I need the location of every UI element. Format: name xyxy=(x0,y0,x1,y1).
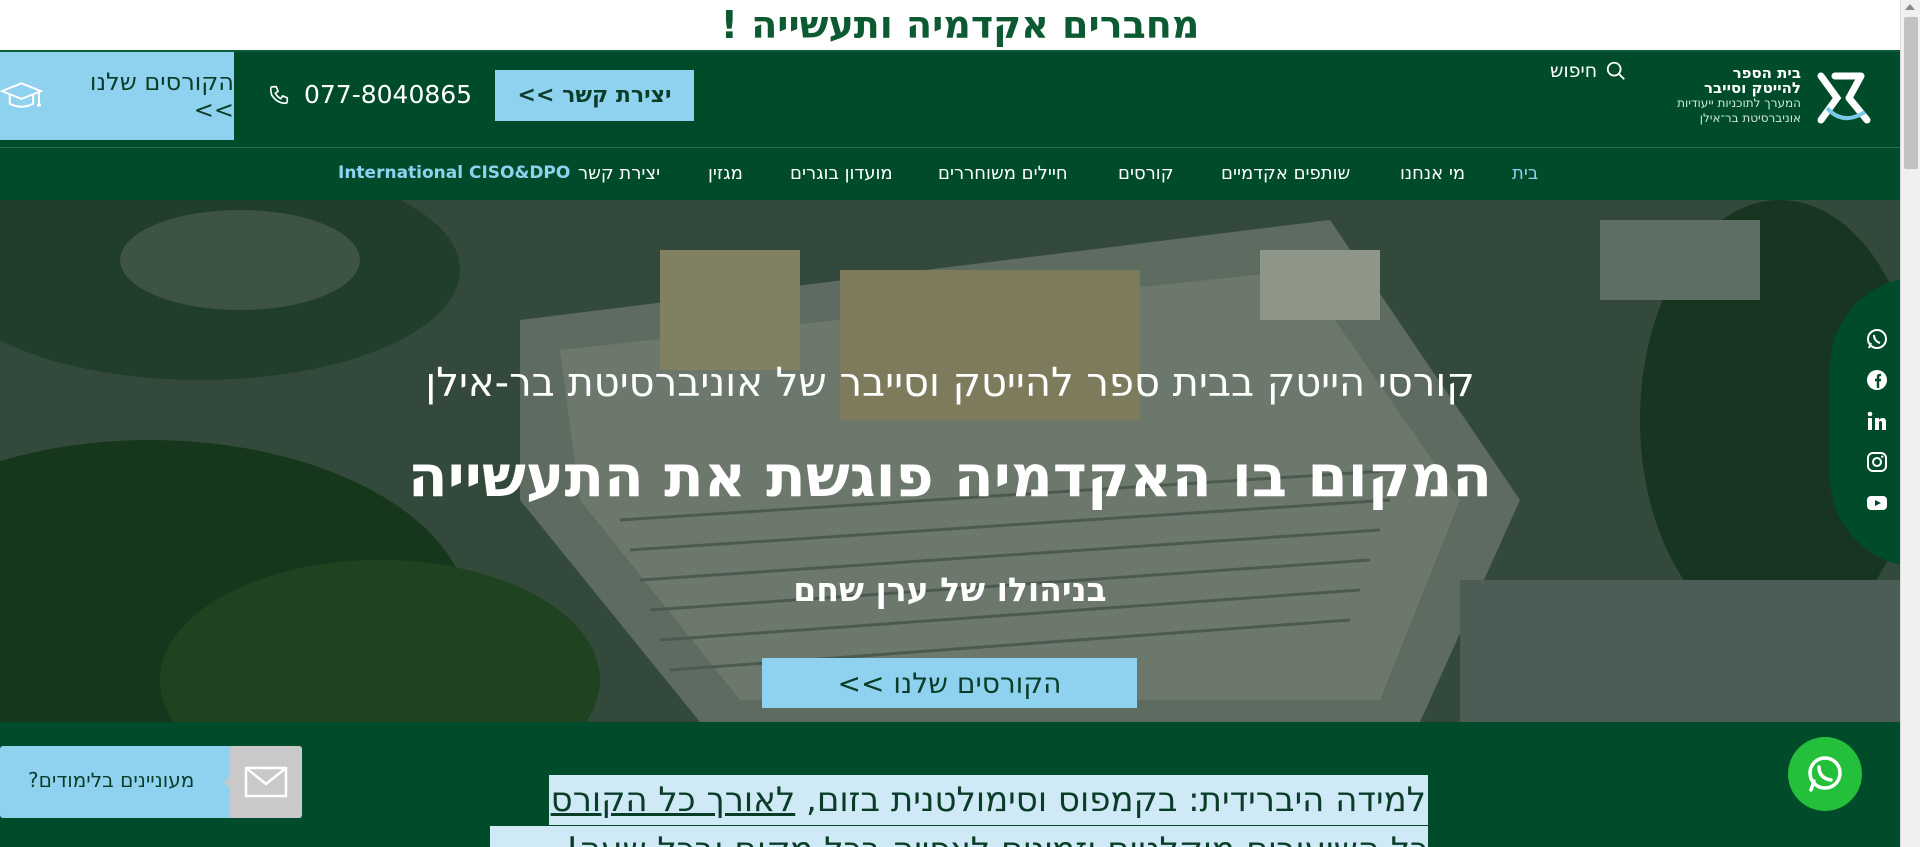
search-button[interactable]: חיפוש xyxy=(1550,60,1627,82)
site-header: הקורסים שלנו >> 077-8040865 יצירת קשר >>… xyxy=(0,52,1920,147)
hybrid-line-1: למידה היברידית: בקמפוס וסימולטנית בזום, … xyxy=(548,775,1428,825)
top-banner: מחברים אקדמיה ותעשייה ! xyxy=(0,0,1920,52)
contact-us-button[interactable]: יצירת קשר >> xyxy=(495,70,694,121)
main-nav: בית מי אנחנו שותפים אקדמיים קורסים חיילי… xyxy=(0,147,1920,200)
search-label: חיפוש xyxy=(1550,60,1598,82)
hero-section: קורסי הייטק בבית ספר להייטק וסייבר של או… xyxy=(0,200,1900,722)
interested-label: מעוניינים בלימודים? xyxy=(28,768,195,792)
logo-line-4: אוניברסיטת בר־אילן xyxy=(1699,111,1801,125)
nav-item-international-ciso[interactable]: International CISO&DPO xyxy=(338,163,570,183)
hero-courses-button[interactable]: הקורסים שלנו >> xyxy=(762,658,1137,708)
nav-item-academic-partners[interactable]: שותפים אקדמיים xyxy=(1221,163,1350,184)
mail-box xyxy=(230,746,302,818)
bar-ilan-logo-icon xyxy=(1817,72,1871,124)
logo-line-2: להייטק וסייבר xyxy=(1703,79,1801,97)
hybrid-line-2: כל השיעורים מוקלטים וזמינים לצפייה בכל מ… xyxy=(490,826,1428,847)
hybrid-prefix: למידה היברידית: בקמפוס וסימולטנית בזום, xyxy=(795,780,1426,820)
our-courses-label: הקורסים שלנו >> xyxy=(89,68,234,124)
whatsapp-chat-icon xyxy=(1808,756,1842,792)
phone-contact[interactable]: 077-8040865 xyxy=(268,80,472,109)
hero-subtitle: קורסי הייטק בבית ספר להייטק וסייבר של או… xyxy=(425,360,1475,406)
whatsapp-icon[interactable] xyxy=(1864,326,1890,352)
nav-item-contact[interactable]: יצירת קשר xyxy=(578,163,660,184)
scroll-up-arrow-icon[interactable] xyxy=(1905,4,1915,10)
page-scrollbar[interactable] xyxy=(1900,0,1920,847)
envelope-icon xyxy=(244,766,288,798)
search-icon xyxy=(1607,61,1626,80)
nav-item-about[interactable]: מי אנחנו xyxy=(1400,163,1465,184)
phone-icon xyxy=(269,85,289,104)
nav-item-courses[interactable]: קורסים xyxy=(1118,163,1174,184)
banner-title: מחברים אקדמיה ותעשייה ! xyxy=(720,3,1200,47)
linkedin-icon[interactable] xyxy=(1864,408,1890,434)
hybrid-link[interactable]: לאורך כל הקורס xyxy=(551,780,796,820)
hero-title: המקום בו האקדמיה פוגשת את התעשייה xyxy=(407,442,1493,510)
nav-item-home[interactable]: בית xyxy=(1512,163,1538,184)
nav-item-discharged-soldiers[interactable]: חיילים משוחררים xyxy=(938,163,1068,184)
youtube-icon[interactable] xyxy=(1864,490,1890,516)
site-logo[interactable]: בית הספר להייטק וסייבר המערך לתוכניות יי… xyxy=(1665,66,1875,136)
phone-number: 077-8040865 xyxy=(304,80,473,109)
graduation-cap-icon xyxy=(0,82,43,108)
scrollbar-thumb[interactable] xyxy=(1904,17,1918,169)
hybrid-learning-text: למידה היברידית: בקמפוס וסימולטנית בזום, … xyxy=(490,775,1428,825)
logo-text: בית הספר להייטק וסייבר המערך לתוכניות יי… xyxy=(1677,66,1801,126)
our-courses-button[interactable]: הקורסים שלנו >> xyxy=(0,52,234,140)
logo-line-3: המערך לתוכניות ייעודיות xyxy=(1677,96,1801,110)
hero-byline: בניהולו של ערן שחם xyxy=(793,570,1107,609)
whatsapp-chat-button[interactable] xyxy=(1788,737,1862,811)
interested-in-studies-button[interactable]: מעוניינים בלימודים? xyxy=(0,746,302,818)
instagram-icon[interactable] xyxy=(1864,449,1890,475)
nav-item-alumni-club[interactable]: מועדון בוגרים xyxy=(790,163,893,184)
nav-item-magazine[interactable]: מגזין xyxy=(708,163,743,184)
facebook-icon[interactable] xyxy=(1864,367,1890,393)
